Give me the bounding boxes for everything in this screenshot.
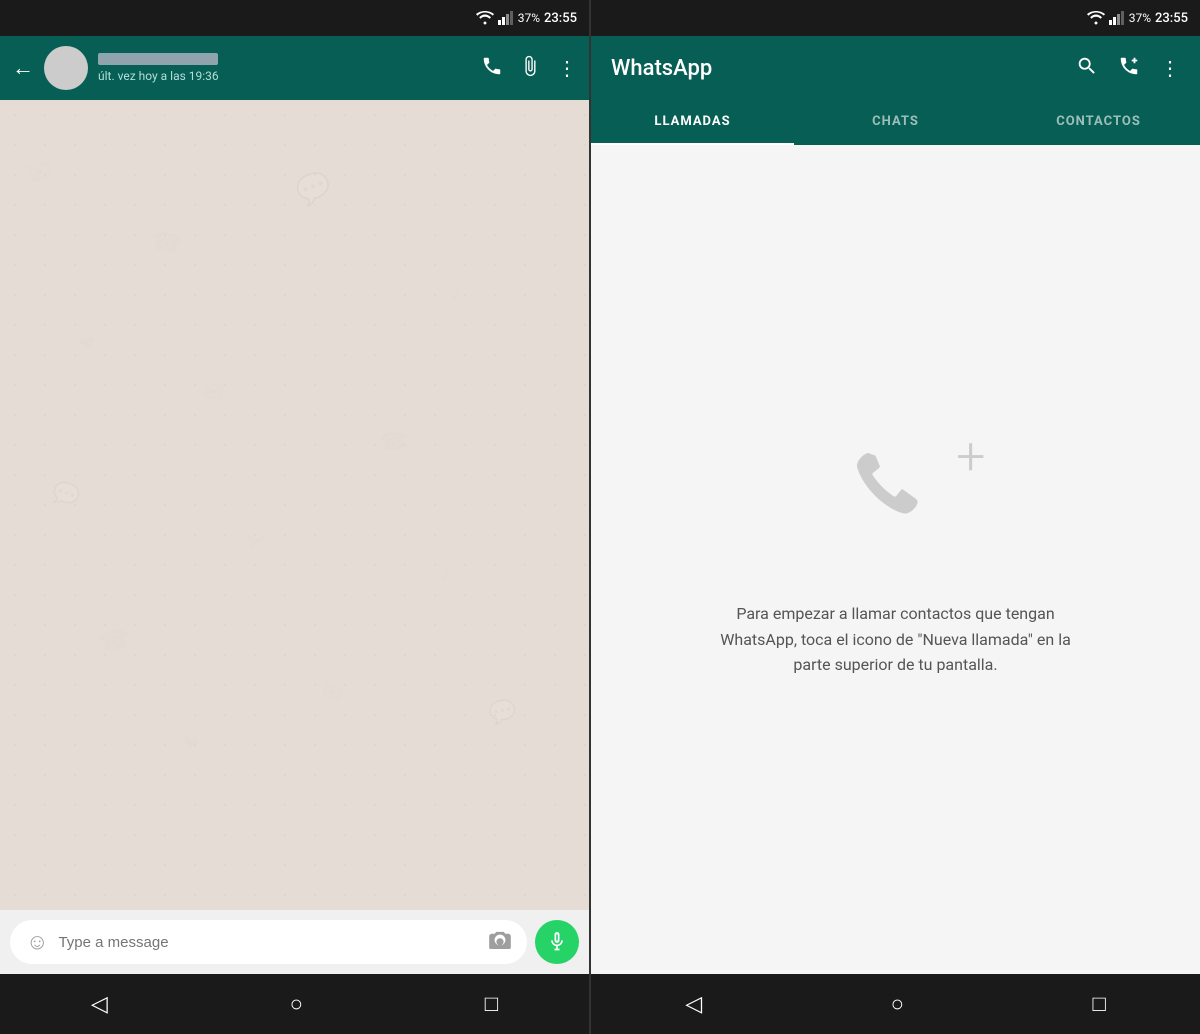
svg-text:❤: ❤ [179,729,200,756]
chat-header: ← últ. vez hoy a las 19:36 ⋮ [0,36,589,100]
battery-right: 37% [1129,11,1151,25]
time-left: 23:55 [544,11,577,26]
time-right: 23:55 [1155,11,1188,26]
contact-name-bar [98,53,218,65]
home-nav-left[interactable]: ○ [280,981,313,1027]
recent-nav-left[interactable]: □ [475,981,508,1027]
whatsapp-header-icons: ⋮ [1076,55,1180,82]
whatsapp-header: WhatsApp ⋮ [591,36,1200,100]
status-icons-left: 37% 23:55 [476,11,577,26]
svg-text:✂: ✂ [244,521,275,559]
svg-text:💬: 💬 [49,478,84,512]
calls-content: + Para empezar a llamar contactos que te… [591,145,1200,974]
wifi-icon-right [1087,11,1105,25]
more-icon-left[interactable]: ⋮ [557,56,577,80]
wallpaper-overlay: ✉ ☎ 💬 ♪ ❤ ✉ ☎ 💬 ✂ ♪ ☎ ✉ 💬 ❤ [0,100,589,910]
status-bar-left: 37% 23:55 [0,0,589,36]
tab-llamadas[interactable]: LLAMADAS [591,100,794,145]
call-icon-container: + [836,441,956,561]
mic-icon [547,930,567,954]
signal-icon-right [1109,11,1125,25]
nav-bar-right: ◁ ○ □ [591,974,1200,1034]
back-button[interactable]: ← [12,55,34,81]
svg-text:💬: 💬 [487,698,518,728]
mic-button[interactable] [535,920,579,964]
svg-text:♪: ♪ [439,560,452,585]
tabs-bar: LLAMADAS CHATS CONTACTOS [591,100,1200,145]
svg-text:✉: ✉ [319,676,347,709]
chat-input-area: ☺ [0,910,589,974]
wifi-icon-left [476,11,494,25]
emoji-button[interactable]: ☺ [26,929,48,955]
svg-text:♪: ♪ [450,280,463,306]
svg-text:☎: ☎ [149,227,185,261]
svg-text:💬: 💬 [292,167,336,210]
svg-text:✉: ✉ [24,153,57,193]
header-actions: ⋮ [481,55,577,82]
calls-description: Para empezar a llamar contactos que teng… [716,601,1076,678]
message-input[interactable] [58,934,479,951]
recent-nav-right[interactable]: □ [1082,981,1115,1027]
svg-text:❤: ❤ [77,330,98,357]
right-panel: 37% 23:55 WhatsApp ⋮ LLAMADAS CHATS CONT [591,0,1200,1034]
status-icons-right: 37% 23:55 [1087,11,1188,26]
contact-info: últ. vez hoy a las 19:36 [98,53,471,83]
more-icon-right[interactable]: ⋮ [1160,56,1180,80]
nav-bar-left: ◁ ○ □ [0,974,589,1034]
svg-text:✉: ✉ [199,375,228,410]
search-icon[interactable] [1076,55,1098,82]
back-nav-left[interactable]: ◁ [81,982,118,1027]
back-nav-right[interactable]: ◁ [675,982,712,1027]
svg-text:☎: ☎ [95,623,133,659]
plus-icon: + [956,431,985,483]
new-call-icon[interactable] [1118,55,1140,82]
battery-left: 37% [518,11,540,25]
avatar [44,46,88,90]
tab-chats[interactable]: CHATS [794,100,997,145]
camera-icon[interactable] [489,930,511,954]
status-bar-right: 37% 23:55 [591,0,1200,36]
attach-icon[interactable] [519,55,541,82]
message-input-container: ☺ [10,920,527,964]
left-panel: 37% 23:55 ← últ. vez hoy a las 19:36 ⋮ [0,0,589,1034]
signal-icon-left [498,11,514,25]
call-icon[interactable] [481,55,503,82]
tab-contactos[interactable]: CONTACTOS [997,100,1200,145]
home-nav-right[interactable]: ○ [881,981,914,1027]
svg-text:☎: ☎ [378,426,410,456]
whatsapp-title: WhatsApp [611,56,1064,81]
chat-body: ✉ ☎ 💬 ♪ ❤ ✉ ☎ 💬 ✂ ♪ ☎ ✉ 💬 ❤ [0,100,589,910]
contact-status: últ. vez hoy a las 19:36 [98,69,471,83]
phone-icon-large [836,441,956,561]
